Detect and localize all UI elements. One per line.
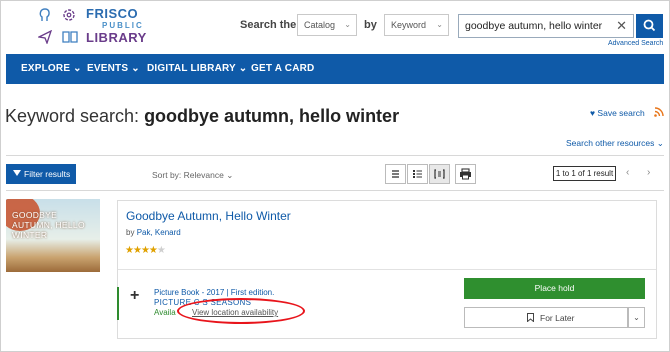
annotation-red-circle: [177, 298, 305, 324]
library-logo-icons: [36, 8, 80, 48]
search-the-label: Search the: [240, 19, 297, 31]
search-scope-value: Catalog: [304, 20, 336, 30]
page-title: Keyword search: goodbye autumn, hello wi…: [5, 106, 400, 126]
save-search-link[interactable]: ♥ Save search: [590, 108, 645, 118]
for-later-dropdown[interactable]: ⌄: [628, 307, 645, 328]
divider: [6, 190, 664, 191]
nav-get-a-card[interactable]: GET A CARD: [251, 63, 314, 74]
head-icon: [38, 8, 52, 22]
advanced-search-link[interactable]: Advanced Search: [608, 40, 663, 47]
star-icon: ★: [140, 245, 150, 256]
star-rating: ★★★★★: [125, 245, 166, 256]
nav-events[interactable]: EVENTS ⌄: [87, 63, 140, 74]
search-icon: [643, 19, 656, 32]
nav-digital-library[interactable]: DIGITAL LIBRARY ⌄: [147, 63, 247, 74]
print-icon: [460, 168, 471, 180]
main-nav: EXPLORE ⌄ EVENTS ⌄ DIGITAL LIBRARY ⌄ GET…: [6, 54, 664, 84]
paper-plane-icon: [36, 29, 53, 45]
print-button[interactable]: [455, 164, 476, 184]
divider: [118, 269, 656, 270]
library-logo[interactable]: FRISCO PUBLIC LIBRARY: [86, 6, 147, 45]
star-icon: ★: [132, 245, 142, 256]
item-format-link[interactable]: Picture Book - 2017 | First edition.: [154, 288, 274, 297]
search-field-select[interactable]: Keyword ⌄: [384, 14, 449, 36]
rss-icon[interactable]: [654, 107, 664, 117]
heart-icon: ♥: [590, 108, 596, 118]
cover-title-text: GOODBYE AUTUMN, HELLO WINTER: [12, 210, 85, 240]
logo-frisco: FRISCO: [86, 6, 139, 21]
search-button[interactable]: [636, 14, 663, 38]
for-later-button[interactable]: For Later: [464, 307, 628, 328]
view-detail-list-button[interactable]: [407, 164, 428, 184]
book-icon: [62, 30, 78, 44]
star-icon: ★: [125, 245, 134, 256]
author-link[interactable]: Pak, Kenard: [137, 228, 181, 237]
availability-bar: [117, 287, 119, 320]
book-cover[interactable]: GOODBYE AUTUMN, HELLO WINTER: [6, 199, 100, 272]
view-list-button[interactable]: [385, 164, 406, 184]
filter-results-button[interactable]: Filter results: [6, 164, 76, 184]
list-view-icon: [392, 170, 399, 178]
next-page-icon[interactable]: ›: [647, 167, 650, 178]
divider: [6, 155, 664, 156]
clear-search-icon[interactable]: ✕: [616, 18, 627, 34]
search-query-text: goodbye autumn, hello winter: [465, 20, 603, 32]
expand-plus-icon[interactable]: +: [130, 287, 139, 305]
filter-icon: [13, 170, 21, 176]
search-other-resources-link[interactable]: Search other resources ⌄: [566, 138, 664, 149]
search-field-value: Keyword: [391, 20, 427, 30]
prev-page-icon[interactable]: ‹: [626, 167, 629, 178]
chevron-down-icon: ⌄: [344, 20, 351, 29]
chevron-down-icon: ⌄: [436, 20, 443, 29]
search-input[interactable]: goodbye autumn, hello winter ✕: [458, 14, 634, 38]
item-title-link[interactable]: Goodbye Autumn, Hello Winter: [126, 209, 291, 223]
bookmark-icon: [527, 313, 534, 324]
detail-list-icon: [413, 170, 422, 178]
page-title-query: goodbye autumn, hello winter: [144, 106, 400, 126]
gear-flower-icon: [62, 8, 76, 22]
cover-view-icon: [434, 169, 445, 179]
search-by-label: by: [364, 19, 377, 31]
item-author: by Pak, Kenard: [126, 228, 181, 237]
result-count: 1 to 1 of 1 result: [553, 166, 616, 181]
logo-library: LIBRARY: [86, 30, 147, 45]
sort-by-select[interactable]: Sort by: Relevance ⌄: [152, 170, 233, 181]
search-scope-select[interactable]: Catalog ⌄: [297, 14, 357, 36]
star-icon: ★: [148, 245, 158, 256]
nav-explore[interactable]: EXPLORE ⌄: [21, 63, 82, 74]
view-cover-button[interactable]: [429, 164, 450, 184]
availability-status: Availa: [154, 308, 176, 317]
star-icon: ★: [156, 245, 166, 256]
place-hold-button[interactable]: Place hold: [464, 278, 645, 299]
